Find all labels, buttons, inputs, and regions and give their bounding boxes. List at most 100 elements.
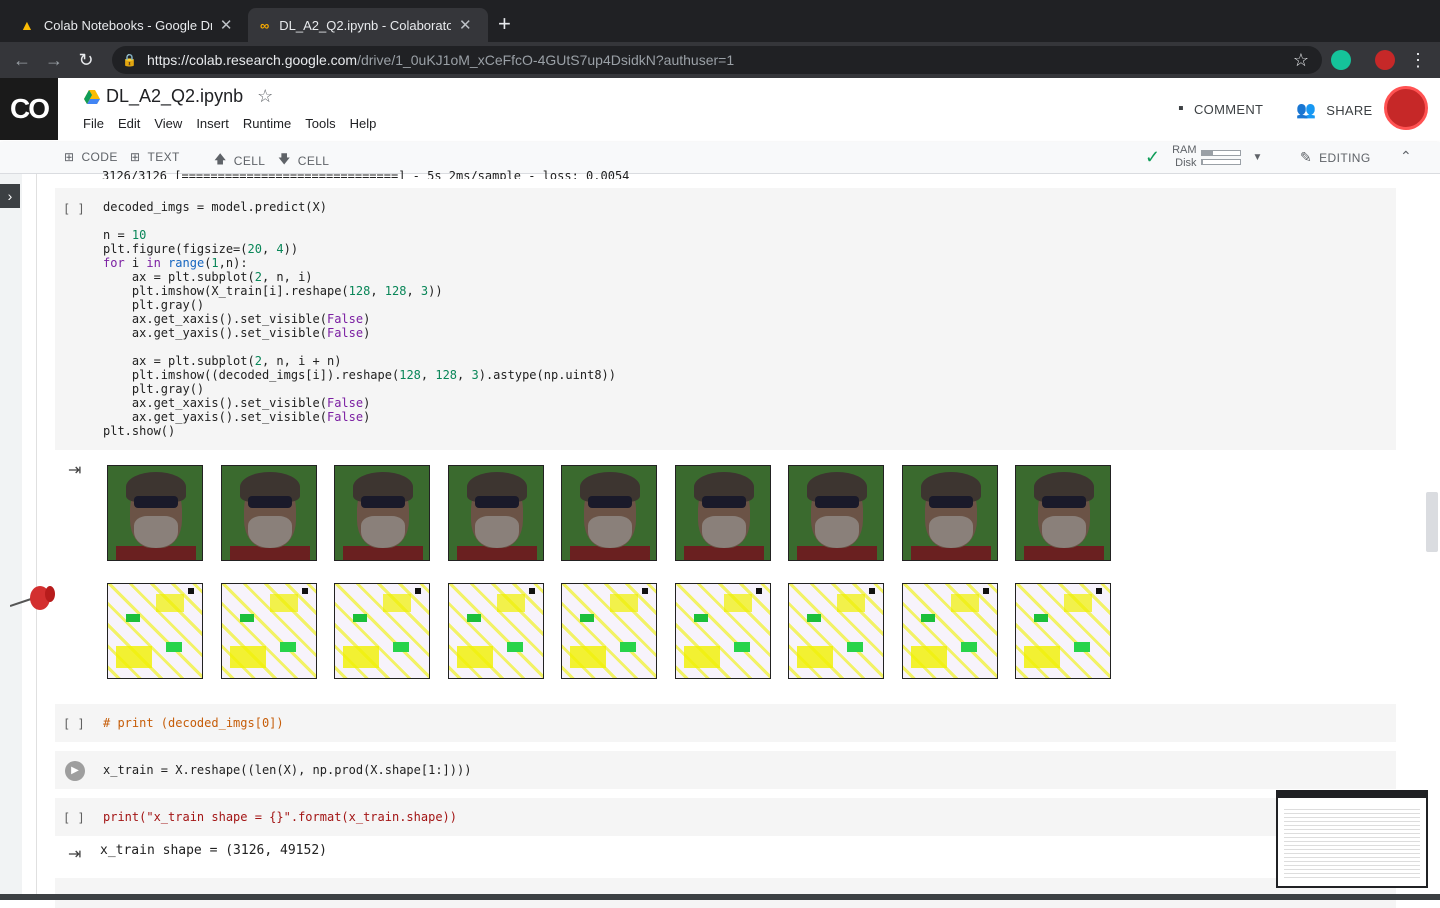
forward-icon[interactable]: →	[42, 48, 66, 72]
plus-icon: ⊞	[64, 150, 75, 164]
grammarly-icon[interactable]	[1331, 50, 1351, 70]
screen-thumbnail	[1276, 790, 1428, 888]
resource-meters[interactable]: ✓ RAM Disk ▼	[1145, 144, 1262, 170]
run-cell-bracket[interactable]: [ ]	[63, 202, 85, 216]
code-cell-predict[interactable]: [ ] decoded_imgs = model.predict(X) n = …	[55, 188, 1396, 450]
original-face-image	[448, 465, 544, 561]
browser-tab-bar: ▲ Colab Notebooks - Google Driv ✕ ∞ DL_A…	[0, 0, 1440, 42]
address-bar-row: ← → ↻ 🔒 https://colab.research.google.co…	[0, 42, 1440, 78]
pencil-icon: ✎	[1300, 149, 1313, 165]
close-tab-icon[interactable]: ✕	[457, 16, 473, 34]
code-line: decoded_imgs = model.predict(X)	[103, 200, 327, 214]
menu-file[interactable]: File	[83, 116, 104, 131]
notebook-title: DL_A2_Q2.ipynb ☆	[84, 86, 273, 107]
bookmark-star-icon[interactable]: ☆	[1289, 48, 1313, 72]
share-label: SHARE	[1326, 102, 1373, 118]
code-label: CODE	[81, 150, 118, 164]
run-cell-bracket[interactable]: [ ]	[63, 811, 85, 825]
pushpin-icon	[10, 586, 55, 610]
collapse-header-icon[interactable]: ⌃	[1400, 148, 1412, 165]
back-icon[interactable]: ←	[10, 48, 34, 72]
code-editor[interactable]: decoded_imgs = model.predict(X) n = 10 p…	[103, 200, 616, 438]
tab-title: Colab Notebooks - Google Driv	[43, 17, 213, 33]
output-icon[interactable]: ⇥	[68, 844, 81, 864]
menu-insert[interactable]: Insert	[196, 116, 229, 131]
profile-avatar[interactable]	[1375, 50, 1395, 70]
bottom-edge	[0, 894, 1440, 900]
close-tab-icon[interactable]: ✕	[218, 16, 234, 34]
divider	[36, 174, 37, 900]
run-cell-bracket[interactable]: [ ]	[63, 717, 85, 731]
people-icon: 👥	[1296, 102, 1317, 119]
editing-label: EDITING	[1319, 150, 1371, 165]
decoded-image	[107, 583, 203, 679]
ram-meter-fill	[1201, 150, 1213, 155]
editing-mode-button[interactable]: ✎ EDITING	[1300, 149, 1371, 166]
colab-header: CO DL_A2_Q2.ipynb ☆ File Edit View Inser…	[0, 78, 1440, 142]
reload-icon[interactable]: ↻	[74, 48, 98, 72]
run-cell-play-icon[interactable]: ▶	[65, 761, 85, 781]
code-cell-next[interactable]	[55, 878, 1396, 908]
decoded-image	[788, 583, 884, 679]
decoded-image	[1015, 583, 1111, 679]
new-tab-icon[interactable]: +	[498, 12, 511, 36]
tab-title: DL_A2_Q2.ipynb - Colaboratory	[279, 17, 452, 33]
original-face-image	[1015, 465, 1111, 561]
thumbnail-header	[1278, 792, 1426, 798]
notebook-name[interactable]: DL_A2_Q2.ipynb	[106, 86, 243, 107]
thumbnail-content	[1284, 806, 1420, 880]
comment-label: COMMENT	[1193, 101, 1264, 117]
original-face-image	[902, 465, 998, 561]
code-editor[interactable]: print("x_train shape = {}".format(x_trai…	[103, 810, 457, 824]
menu-tools[interactable]: Tools	[305, 116, 335, 131]
cell-output-text: x_train shape = (3126, 49152)	[100, 843, 327, 858]
star-icon[interactable]: ☆	[257, 86, 273, 107]
tab-dl-a2-q2[interactable]: ∞ DL_A2_Q2.ipynb - Colaboratory ✕	[248, 8, 488, 42]
share-button[interactable]: 👥 SHARE	[1296, 100, 1373, 120]
code-editor[interactable]: x_train = X.reshape((len(X), np.prod(X.s…	[103, 763, 471, 777]
decoded-image	[334, 583, 430, 679]
output-icon[interactable]: ⇥	[68, 460, 81, 480]
menu-help[interactable]: Help	[350, 116, 377, 131]
menu-runtime[interactable]: Runtime	[243, 116, 291, 131]
arrow-up-icon: 🡅	[214, 152, 227, 166]
code-cell-print-shape[interactable]: [ ] print("x_train shape = {}".format(x_…	[55, 798, 1396, 836]
url-field[interactable]: 🔒 https://colab.research.google.com /dri…	[112, 46, 1322, 74]
expand-sidebar-icon[interactable]: ›	[0, 184, 20, 208]
lock-icon: 🔒	[122, 53, 137, 67]
add-text-button[interactable]: ⊞ TEXT	[130, 150, 180, 164]
cell-up-label: CELL	[233, 153, 266, 168]
menu-bar: File Edit View Insert Runtime Tools Help	[83, 116, 376, 131]
code-cell-print-decoded[interactable]: [ ] # print (decoded_imgs[0])	[55, 704, 1396, 742]
decoded-image	[902, 583, 998, 679]
url-path: /drive/1_0uKJ1oM_xCeFfcO-4GUtS7up4DsidkN…	[357, 52, 735, 68]
dropdown-arrow-icon[interactable]: ▼	[1253, 152, 1263, 163]
menu-edit[interactable]: Edit	[118, 116, 140, 131]
original-face-image	[675, 465, 771, 561]
text-label: TEXT	[147, 150, 180, 164]
comment-icon: ▪	[1178, 100, 1184, 117]
code-cell-reshape[interactable]: ▶ x_train = X.reshape((len(X), np.prod(X…	[55, 751, 1396, 789]
decoded-image	[675, 583, 771, 679]
menu-view[interactable]: View	[154, 116, 182, 131]
move-cell-up-button[interactable]: 🡅 CELL	[214, 150, 265, 171]
previous-output-tail: 3126/3126 [=============================…	[102, 169, 630, 179]
decoded-image	[448, 583, 544, 679]
account-avatar[interactable]	[1384, 86, 1428, 130]
move-cell-down-button[interactable]: 🡇 CELL	[278, 150, 329, 171]
tab-colab-notebooks[interactable]: ▲ Colab Notebooks - Google Driv ✕	[8, 8, 246, 42]
original-face-image	[788, 465, 884, 561]
original-face-image	[221, 465, 317, 561]
url-host: https://colab.research.google.com	[146, 52, 358, 68]
connected-check-icon: ✓	[1145, 146, 1161, 167]
cell-down-label: CELL	[297, 153, 330, 168]
comment-button[interactable]: ▪ COMMENT	[1178, 100, 1263, 118]
add-code-button[interactable]: ⊞ CODE	[64, 150, 118, 164]
code-editor[interactable]: # print (decoded_imgs[0])	[103, 716, 284, 730]
colab-logo[interactable]: CO	[0, 78, 58, 140]
plus-icon: ⊞	[130, 150, 141, 164]
browser-menu-icon[interactable]: ⋮	[1406, 48, 1430, 72]
google-drive-icon	[84, 89, 100, 104]
scrollbar-thumb[interactable]	[1426, 492, 1438, 552]
decoded-image	[221, 583, 317, 679]
